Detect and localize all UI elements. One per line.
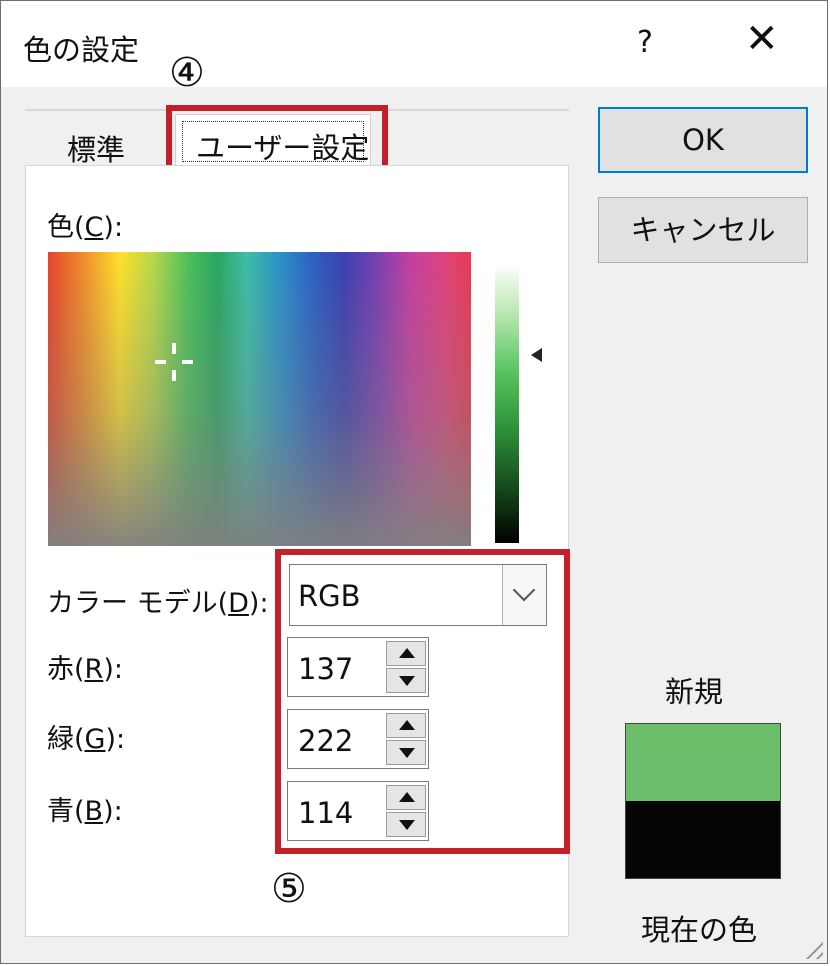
new-color-swatch xyxy=(626,724,780,801)
color-preview xyxy=(625,723,781,879)
resize-grip-icon[interactable] xyxy=(801,937,823,959)
color-spectrum-picker[interactable] xyxy=(48,252,471,546)
color-model-label: カラー モデル(D): xyxy=(47,588,269,619)
tab-standard[interactable]: 標準 xyxy=(67,127,125,169)
green-label: 緑(G): xyxy=(47,724,126,755)
current-color-label: 現在の色 xyxy=(641,913,758,947)
blue-label: 青(B): xyxy=(47,796,123,827)
luminance-slider[interactable] xyxy=(495,263,519,543)
color-dialog: 色の設定 ? ✕ ④ 標準 ユーザー設定 色(C): カラー モデル(D): R… xyxy=(0,0,828,964)
colors-label: 色(C): xyxy=(47,212,124,243)
current-color-swatch xyxy=(626,801,780,878)
crosshair-icon[interactable] xyxy=(155,343,193,381)
cancel-button[interactable]: キャンセル xyxy=(598,197,808,263)
dialog-title: 色の設定 xyxy=(23,33,140,67)
annotation-step-5: ⑤ xyxy=(271,866,307,912)
annotation-step-4: ④ xyxy=(169,50,205,96)
close-button[interactable]: ✕ xyxy=(745,19,779,59)
new-color-label: 新規 xyxy=(665,675,724,709)
title-bar: 色の設定 ? ✕ xyxy=(1,1,827,87)
luminance-arrow-icon[interactable] xyxy=(531,348,542,362)
red-label: 赤(R): xyxy=(47,654,123,685)
help-button[interactable]: ? xyxy=(637,25,653,60)
ok-button[interactable]: OK xyxy=(598,107,808,173)
highlight-values-box xyxy=(275,549,570,854)
